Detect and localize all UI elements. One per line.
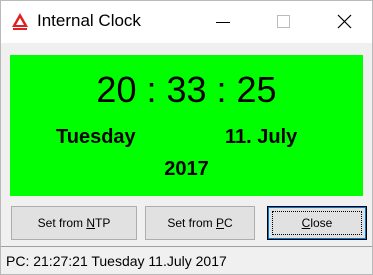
focus-rectangle: [272, 211, 362, 235]
internal-clock-window: Internal Clock 20 : 33 : 25 Tuesday 11. …: [0, 0, 373, 275]
close-button[interactable]: Close: [267, 206, 367, 240]
set-from-pc-label-prefix: Set from: [167, 216, 216, 230]
set-from-pc-label-mnemonic: P: [216, 216, 225, 230]
clock-year: 2017: [164, 158, 209, 180]
set-from-ntp-label-suffix: TP: [95, 216, 111, 230]
status-bar: PC: 21:27:21 Tuesday 11.July 2017: [1, 246, 372, 274]
minimize-button[interactable]: [197, 1, 255, 43]
close-icon: [314, 1, 372, 43]
clock-time: 20 : 33 : 25: [96, 69, 277, 110]
pc-time-status: PC: 21:27:21 Tuesday 11.July 2017: [6, 253, 227, 269]
app-logo-icon: [11, 12, 29, 32]
window-title: Internal Clock: [37, 11, 141, 30]
minimize-icon: [197, 1, 255, 43]
clock-display: 20 : 33 : 25 Tuesday 11. July 2017: [10, 55, 363, 196]
set-from-ntp-button[interactable]: Set from NTP: [11, 206, 137, 240]
clock-date: 11. July: [225, 126, 298, 148]
clock-weekday: Tuesday: [56, 126, 136, 148]
set-from-ntp-label-mnemonic: N: [86, 216, 95, 230]
set-from-pc-label-suffix: C: [224, 216, 233, 230]
title-bar[interactable]: Internal Clock: [1, 1, 372, 43]
set-from-ntp-label-prefix: Set from: [37, 216, 87, 230]
maximize-icon: [255, 1, 313, 43]
set-from-pc-button[interactable]: Set from PC: [145, 206, 255, 240]
close-window-button[interactable]: [314, 1, 372, 43]
maximize-button[interactable]: [255, 1, 313, 43]
